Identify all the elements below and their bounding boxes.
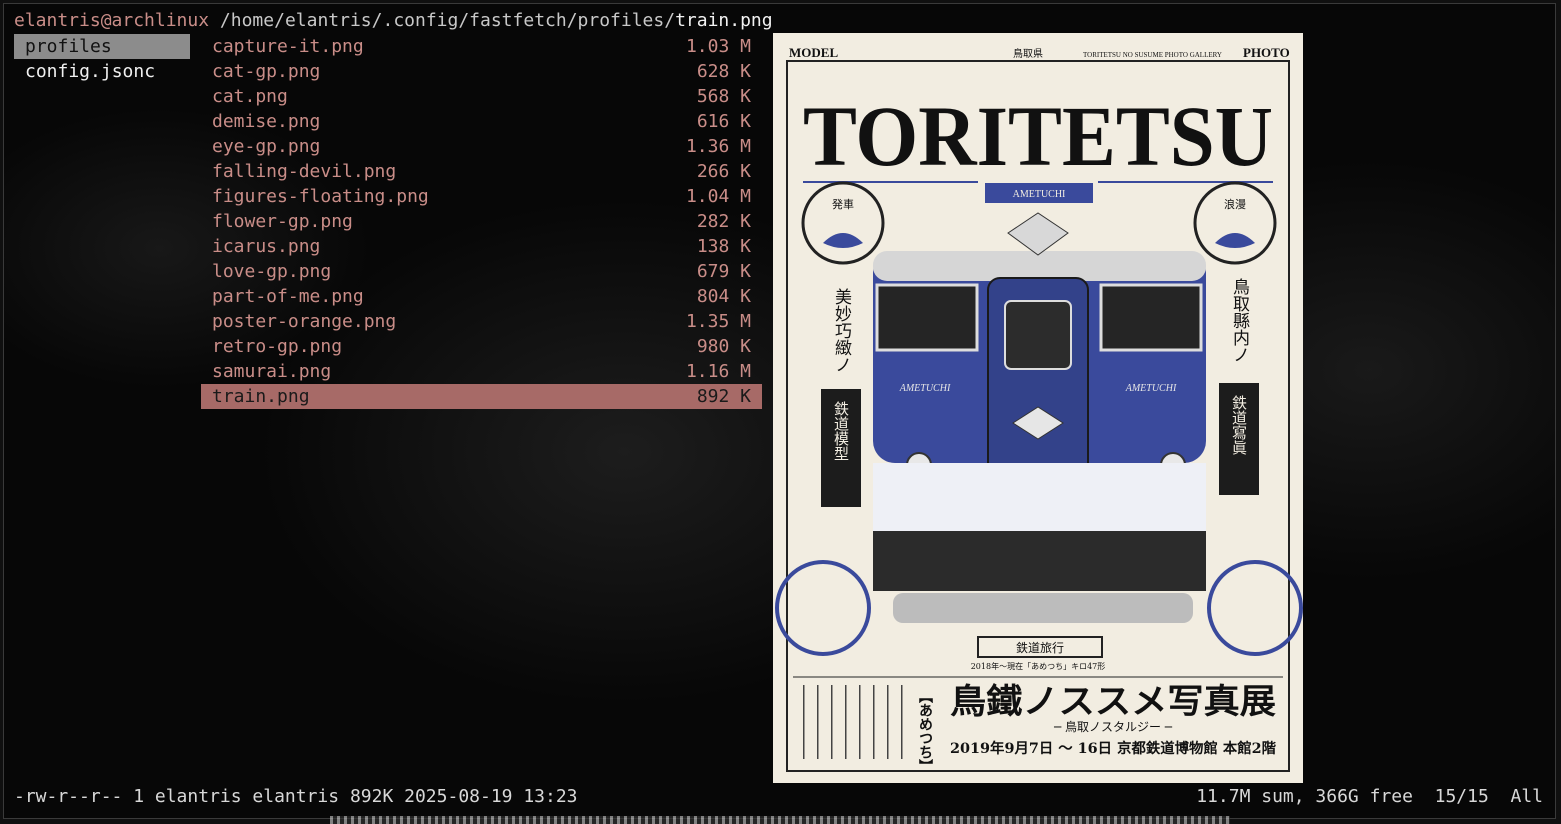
file-row[interactable]: icarus.png 138 K [201,234,762,259]
poster-subtitle: ─ 鳥取ノスタルジー ─ [1053,719,1173,734]
file-row[interactable]: figures-floating.png 1.04 M [201,184,762,209]
file-name: train.png [212,386,310,407]
file-name: samurai.png [212,361,332,382]
file-size: 804 K [696,286,751,307]
file-row[interactable]: samurai.png 1.16 M [201,359,762,384]
file-row[interactable]: demise.png 616 K [201,109,762,134]
file-name: part-of-me.png [212,286,364,307]
emblem-right-text: 浪漫 [1224,197,1246,211]
file-row[interactable]: part-of-me.png 804 K [201,284,762,309]
file-size: 138 K [696,236,751,257]
file-size: 1.35 M [685,311,751,332]
file-size: 980 K [696,336,751,357]
poster-ribbon: AMETUCHI [1013,189,1066,200]
parent-item-profiles[interactable]: profiles [14,34,190,59]
parent-directory-list: profiles config.jsonc [14,34,190,84]
file-row[interactable]: retro-gp.png 980 K [201,334,762,359]
file-row[interactable]: falling-devil.png 266 K [201,159,762,184]
poster-banner: 鉄道旅行 [1016,640,1064,655]
poster-model-label: MODEL [789,45,838,60]
file-name: cat.png [212,86,288,107]
user-host: elantris@archlinux [14,10,210,31]
file-size: 1.03 M [685,36,751,57]
file-name: falling-devil.png [212,161,397,182]
current-file: train.png [675,10,773,31]
poster-bracket: 【あめつち】 [917,689,933,773]
file-row[interactable]: love-gp.png 679 K [201,259,762,284]
file-size: 1.04 M [685,186,751,207]
file-row[interactable]: poster-orange.png 1.35 M [201,309,762,334]
file-size: 628 K [696,61,751,82]
file-row[interactable]: eye-gp.png 1.36 M [201,134,762,159]
file-list: capture-it.png 1.03 M cat-gp.png 628 K cat… [201,34,762,409]
poster-big-title: 鳥鐵ノススメ写真展 [950,682,1276,722]
path-header: elantris@archlinux /home/elantris/.confi… [14,8,773,33]
train-poster: MODEL PHOTO 鳥取県 TORITETSU NO SUSUME PHOT… [775,45,1303,773]
poster-photo-label: PHOTO [1243,45,1290,60]
box-left-text: 鉄道模型 [832,401,850,461]
file-name: figures-floating.png [212,186,429,207]
emblem-left-text: 発車 [832,197,854,211]
file-name: demise.png [212,111,321,132]
vertical-right: 鳥取縣内ノ [1229,278,1250,363]
train-name-right: AMETUCHI [1125,383,1177,394]
poster-gallery-label: TORITETSU NO SUSUME PHOTO GALLERY [1083,51,1222,59]
file-name: poster-orange.png [212,311,397,332]
file-name: cat-gp.png [212,61,321,82]
poster-pref-label: 鳥取県 [1013,47,1043,60]
image-preview: MODEL PHOTO 鳥取県 TORITETSU NO SUSUME PHOT… [773,33,1303,783]
vertical-left: 美妙巧緻ノ [831,288,852,373]
file-row-selected[interactable]: train.png 892 K [201,384,762,409]
file-size: 1.36 M [685,136,751,157]
file-name: eye-gp.png [212,136,321,157]
file-size: 1.16 M [685,361,751,382]
file-size: 282 K [696,211,751,232]
file-size: 679 K [696,261,751,282]
file-row[interactable]: cat.png 568 K [201,84,762,109]
file-name: capture-it.png [212,36,364,57]
train-name-left: AMETUCHI [899,383,951,394]
file-row[interactable]: flower-gp.png 282 K [201,209,762,234]
file-name: flower-gp.png [212,211,353,232]
poster-small-line: 2018年〜現在「あめつち」キロ47形 [971,661,1106,671]
file-size: 892 K [696,386,751,407]
box-right-text: 鉄道寫眞 [1230,395,1248,455]
poster-title: TORITETSU [803,88,1273,184]
file-size: 616 K [696,111,751,132]
disk-status: 11.7M sum, 366G free 15/15 All [1196,786,1543,807]
parent-item-config[interactable]: config.jsonc [14,59,190,84]
poster-date: 2019年9月7日 ～ 16日 京都鉄道博物館 本館2階 [950,740,1276,757]
file-info-status: -rw-r--r-- 1 elantris elantris 892K 2025… [14,786,578,807]
file-size: 266 K [696,161,751,182]
current-dir: /home/elantris/.config/fastfetch/profile… [219,10,676,31]
file-row[interactable]: capture-it.png 1.03 M [201,34,762,59]
file-row[interactable]: cat-gp.png 628 K [201,59,762,84]
file-name: icarus.png [212,236,321,257]
background-edge [330,816,1230,824]
file-size: 568 K [696,86,751,107]
file-name: love-gp.png [212,261,332,282]
file-name: retro-gp.png [212,336,343,357]
